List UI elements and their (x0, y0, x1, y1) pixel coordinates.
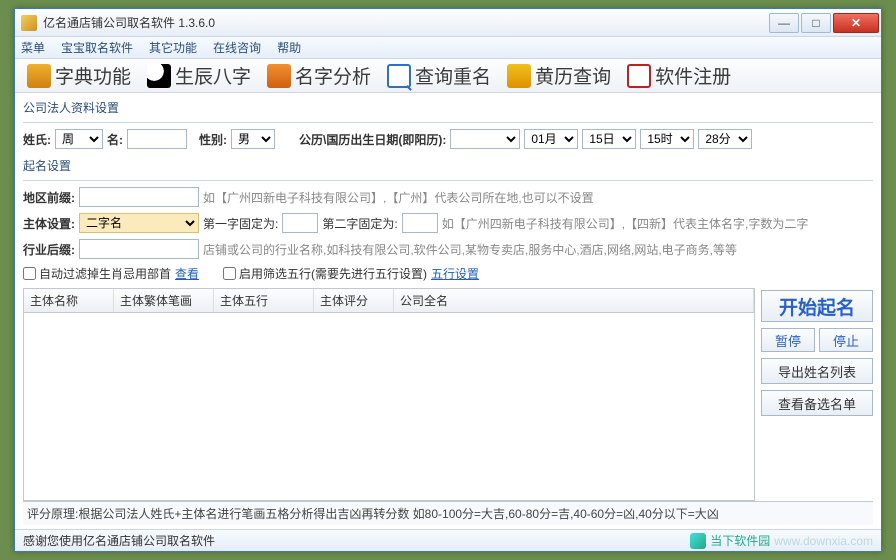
hour-select[interactable]: 15时 (640, 129, 694, 149)
ming-input[interactable] (127, 129, 187, 149)
surname-label: 姓氏: (23, 131, 51, 148)
name-icon (267, 64, 291, 88)
app-icon (21, 15, 37, 31)
fix2-input[interactable] (402, 213, 438, 233)
status-message: 感谢您使用亿名通店铺公司取名软件 (23, 532, 215, 549)
gender-select[interactable]: 男 (231, 129, 275, 149)
toolbar-dict[interactable]: 字典功能 (21, 60, 137, 91)
export-button[interactable]: 导出姓名列表 (761, 358, 873, 384)
year-select[interactable] (450, 129, 520, 149)
minimize-button[interactable]: — (769, 13, 799, 33)
region-input[interactable] (79, 187, 199, 207)
col-wuxing[interactable]: 主体五行 (214, 289, 314, 312)
calendar-icon (507, 64, 531, 88)
statusbar: 感谢您使用亿名通店铺公司取名软件 当下软件园 www.downxia.com (15, 529, 881, 551)
col-subject[interactable]: 主体名称 (24, 289, 114, 312)
col-fullname[interactable]: 公司全名 (394, 289, 754, 312)
subject-hint: 如【广州四新电子科技有限公司】,【四新】代表主体名字,字数为二字 (442, 215, 809, 232)
menu-help[interactable]: 帮助 (277, 39, 301, 56)
industry-label: 行业后缀: (23, 241, 75, 258)
results-table: 主体名称 主体繁体笔画 主体五行 主体评分 公司全名 (23, 288, 755, 501)
ming-label: 名: (107, 131, 123, 148)
col-score[interactable]: 主体评分 (314, 289, 394, 312)
bagua-icon (147, 64, 171, 88)
region-label: 地区前缀: (23, 189, 75, 206)
fix2-label: 第二字固定为: (322, 215, 397, 232)
day-select[interactable]: 15日 (582, 129, 636, 149)
search-icon (387, 64, 411, 88)
view-link[interactable]: 查看 (175, 265, 199, 282)
toolbar-calendar[interactable]: 黄历查询 (501, 60, 617, 91)
toolbar-name[interactable]: 名字分析 (261, 60, 377, 91)
close-button[interactable]: ✕ (833, 13, 879, 33)
maximize-button[interactable]: □ (801, 13, 831, 33)
toolbar-bagua[interactable]: 生辰八字 (141, 60, 257, 91)
month-select[interactable]: 01月 (524, 129, 578, 149)
dict-icon (27, 64, 51, 88)
region-hint: 如【广州四新电子科技有限公司】,【广州】代表公司所在地,也可以不设置 (203, 189, 594, 206)
toolbar-register[interactable]: R软件注册 (621, 60, 737, 91)
toolbar-query[interactable]: 查询重名 (381, 60, 497, 91)
fix1-label: 第一字固定为: (203, 215, 278, 232)
pause-button[interactable]: 暂停 (761, 328, 815, 352)
menu-baby[interactable]: 宝宝取名软件 (61, 39, 133, 56)
section-naming-title: 起名设置 (23, 157, 873, 174)
minute-select[interactable]: 28分 (698, 129, 752, 149)
titlebar: 亿名通店铺公司取名软件 1.3.6.0 — □ ✕ (15, 9, 881, 37)
col-strokes[interactable]: 主体繁体笔画 (114, 289, 214, 312)
surname-select[interactable]: 周 (55, 129, 103, 149)
birth-label: 公历\国历出生日期(即阳历): (299, 131, 446, 148)
auto-filter-checkbox[interactable]: 自动过滤掉生肖忌用部首 (23, 265, 171, 282)
window-title: 亿名通店铺公司取名软件 1.3.6.0 (43, 14, 767, 31)
toolbar: 字典功能 生辰八字 名字分析 查询重名 黄历查询 R软件注册 (15, 59, 881, 93)
wuxing-link[interactable]: 五行设置 (431, 265, 479, 282)
subject-label: 主体设置: (23, 215, 75, 232)
start-button[interactable]: 开始起名 (761, 290, 873, 322)
gender-label: 性别: (199, 131, 227, 148)
menu-other[interactable]: 其它功能 (149, 39, 197, 56)
section-legal-title: 公司法人资料设置 (23, 99, 873, 116)
wuxing-checkbox[interactable]: 启用筛选五行(需要先进行五行设置) (223, 265, 427, 282)
subject-select[interactable]: 二字名 (79, 213, 199, 233)
industry-input[interactable] (79, 239, 199, 259)
menu-main[interactable]: 菜单 (21, 39, 45, 56)
stop-button[interactable]: 停止 (819, 328, 873, 352)
register-icon: R (627, 64, 651, 88)
industry-hint: 店铺或公司的行业名称,如科技有限公司,软件公司,某物专卖店,服务中心,酒店,网络… (203, 241, 737, 258)
brand: 当下软件园 www.downxia.com (690, 532, 873, 549)
brand-icon (690, 533, 706, 549)
menu-consult[interactable]: 在线咨询 (213, 39, 261, 56)
score-info: 评分原理:根据公司法人姓氏+主体名进行笔画五格分析得出吉凶再转分数 如80-10… (23, 501, 873, 525)
view-alt-button[interactable]: 查看备选名单 (761, 390, 873, 416)
fix1-input[interactable] (282, 213, 318, 233)
menubar: 菜单 宝宝取名软件 其它功能 在线咨询 帮助 (15, 37, 881, 59)
